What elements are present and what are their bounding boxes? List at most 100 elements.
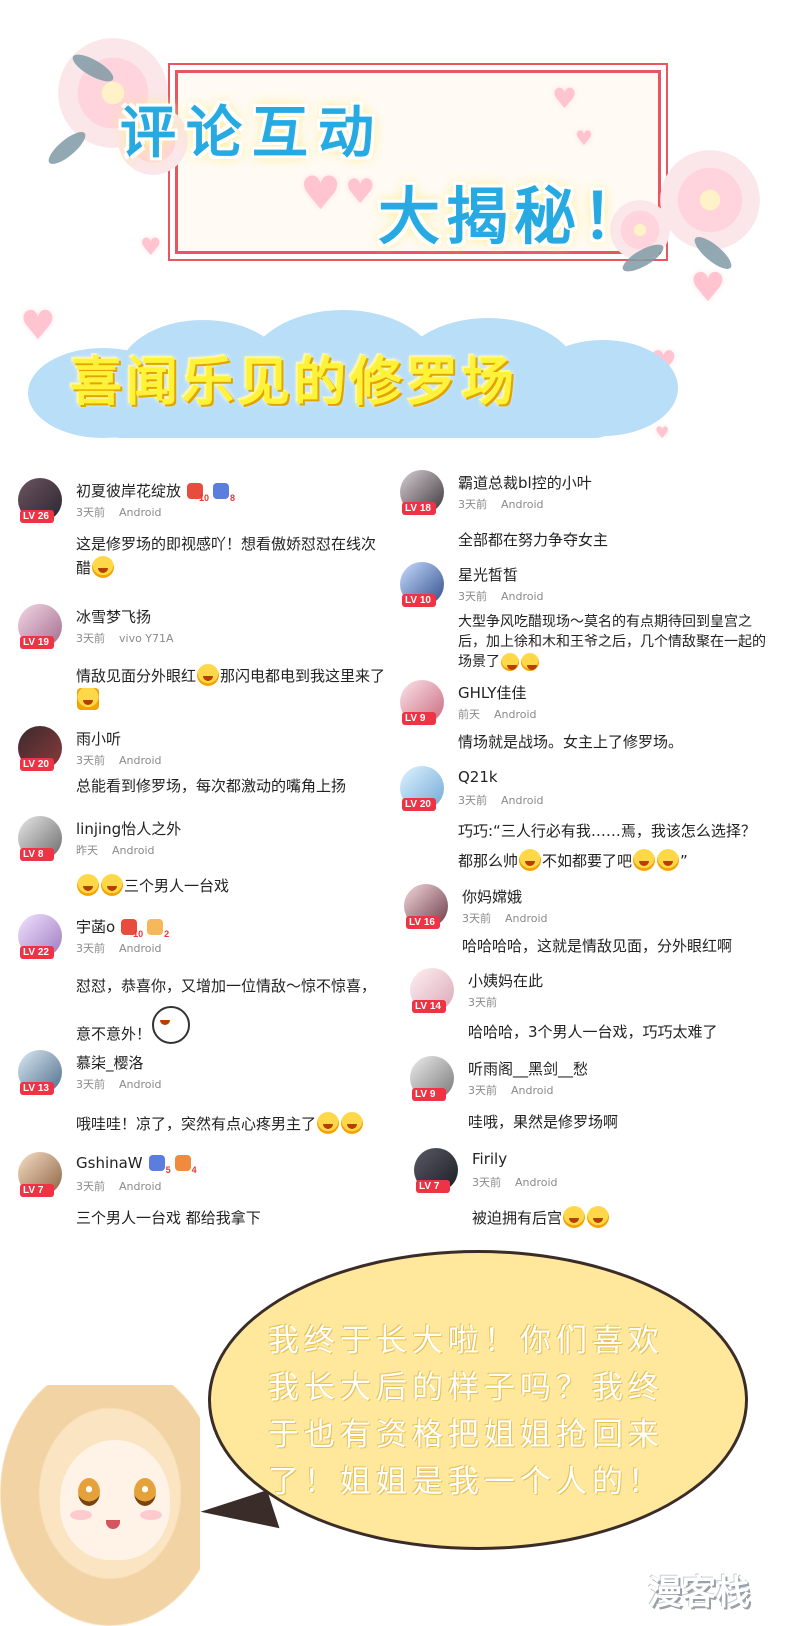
shy-emoji-icon — [152, 1006, 191, 1044]
heart-eyes-emoji-icon — [633, 849, 656, 871]
level-badge: LV 9 — [412, 1088, 446, 1101]
comment-meta: 3天前 Android — [468, 1084, 554, 1097]
level-badge: LV 14 — [412, 1000, 446, 1013]
comment-text: 被迫拥有后宫 — [472, 1206, 772, 1230]
comment-text: 情敌见面分外眼红 那闪电都电到我这里来了 — [76, 664, 386, 712]
comment-card: LV 8 linjing怡人之外 昨天 Android 三个男人一台戏 — [18, 816, 388, 906]
comment-meta: 3天前 Android — [462, 912, 548, 925]
comment-text: 怼怼，恭喜你，又增加一位情敌～惊不惊喜，意不意外！ — [76, 977, 377, 1044]
level-badge: LV 13 — [20, 1082, 54, 1095]
username[interactable]: 宇菡o 10 2 — [76, 916, 169, 939]
level-badge: LV 16 — [406, 916, 440, 929]
header-title-line1: 评论互动 — [120, 101, 384, 166]
comment-text: 哈哈哈，3个男人一台戏，巧巧太难了 — [468, 1023, 718, 1041]
username[interactable]: Q21k — [458, 768, 498, 786]
comment-card: LV 26 初夏彼岸花绽放 10 8 3天前 Android 这是修罗场的即视感吖！想… — [18, 478, 388, 588]
laugh-emoji-icon — [77, 874, 99, 896]
heart-eyes-emoji-icon — [657, 849, 680, 871]
gift-badge-icon: 10 — [121, 919, 143, 939]
angry-emoji-icon — [197, 664, 220, 686]
level-badge: LV 7 — [416, 1180, 450, 1193]
grab-emoji-icon — [77, 688, 99, 710]
comment-meta: 3天前 Android — [76, 506, 162, 519]
cute-emoji-icon — [519, 849, 542, 871]
comment-meta: 昨天 Android — [76, 844, 155, 857]
username[interactable]: 初夏彼岸花绽放 10 8 — [76, 480, 235, 503]
username[interactable]: Firily — [472, 1150, 507, 1168]
heart-decoration: ♥ — [300, 166, 342, 220]
username[interactable]: 慕柒_樱洛 — [76, 1052, 144, 1073]
comment-meta: 3天前 Android — [458, 794, 544, 807]
header-title-line2: 大揭秘！ — [378, 180, 651, 253]
comment-meta: 前天 Android — [458, 708, 537, 721]
level-badge: LV 9 — [402, 712, 436, 725]
username[interactable]: 你妈嫦娥 — [462, 886, 522, 907]
laugh-emoji-icon — [563, 1206, 586, 1228]
leaf-decoration — [44, 127, 90, 169]
username[interactable]: 霸道总裁bl控的小叶 — [458, 472, 592, 493]
comment-text: 哇哦，果然是修罗场啊 — [468, 1113, 619, 1131]
comment-text: 哈哈哈哈，这就是情敌见面，分外眼红啊 — [462, 937, 733, 955]
comment-text: 情场就是战场。女主上了修罗场。 — [458, 733, 684, 751]
flower-decoration — [660, 150, 760, 250]
gift-badge-icon: 10 — [187, 483, 209, 503]
comment-meta: 3天前 Android — [458, 590, 544, 603]
speech-bubble-text: 我终于长大啦！你们喜欢我长大后的样子吗？我终于也有资格把姐姐抢回来了！姐姐是我一… — [268, 1323, 664, 1500]
laugh-emoji-icon — [101, 874, 123, 896]
cry-emoji-icon — [341, 1112, 364, 1134]
level-badge: LV 7 — [20, 1184, 54, 1197]
username[interactable]: 星光皙皙 — [458, 564, 518, 585]
level-badge: LV 20 — [20, 758, 54, 771]
comment-card: LV 10 星光皙皙 3天前 Android 大型争风吃醋现场～莫名的有点期待回到… — [400, 562, 770, 672]
comment-text: 这是修罗场的即视感吖！想看傲娇怼怼在线次醋 — [76, 535, 377, 578]
comment-text: 三个男人一台戏 — [76, 874, 396, 898]
comment-meta: 3天前 Android — [472, 1176, 558, 1189]
comment-card: LV 14 小姨妈在此 3天前 哈哈哈，3个男人一台戏，巧巧太难了 — [410, 968, 780, 1048]
level-badge: LV 22 — [20, 946, 54, 959]
username[interactable]: GHLY佳佳 — [458, 682, 526, 703]
comment-card: LV 13 慕柒_樱洛 3天前 Android 哦哇哇！凉了，突然有点心疼男主了 — [18, 1050, 388, 1140]
rank-badge-icon: 5 — [148, 1155, 171, 1175]
laugh-emoji-icon — [587, 1206, 610, 1228]
heart-decoration: ♥ — [345, 172, 376, 212]
level-badge: LV 20 — [402, 798, 436, 811]
comment-meta: 3天前 — [468, 996, 497, 1009]
section-title: 喜闻乐见的修罗场 — [70, 353, 519, 413]
comment-meta: 3天前 vivo Y71A — [76, 632, 174, 645]
heart-decoration: ♥ — [575, 126, 593, 150]
level-badge: LV 26 — [20, 510, 54, 523]
username[interactable]: 雨小听 — [76, 728, 121, 749]
comment-meta: 3天前 Android — [76, 942, 162, 955]
username[interactable]: 听雨阁__黑剑__愁 — [468, 1058, 588, 1079]
laugh-cry-emoji-icon — [501, 653, 519, 671]
username[interactable]: linjing怡人之外 — [76, 818, 181, 839]
comment-card: LV 22 宇菡o 10 2 3天前 Android 怼怼，恭喜你，又增加一位情敌～惊… — [18, 914, 388, 1044]
level-badge: LV 18 — [402, 502, 436, 515]
comment-text: 三个男人一台戏 都给我拿下 — [76, 1209, 261, 1227]
level-badge: LV 10 — [402, 594, 436, 607]
rank-badge-icon: 8 — [213, 483, 235, 503]
comment-card: LV 18 霸道总裁bl控的小叶 3天前 Android 全部都在努力争夺女主 — [400, 470, 770, 550]
comment-text: 全部都在努力争夺女主 — [458, 531, 609, 549]
comment-card: LV 9 GHLY佳佳 前天 Android 情场就是战场。女主上了修罗场。 — [400, 680, 770, 760]
comment-card: LV 19 冰雪梦飞扬 3天前 vivo Y71A 情敌见面分外眼红 那闪电都电到我… — [18, 604, 388, 714]
username[interactable]: 冰雪梦飞扬 — [76, 606, 151, 627]
comment-meta: 3天前 Android — [76, 1078, 162, 1091]
laugh-emoji-icon — [92, 556, 115, 578]
paw-badge-icon: 2 — [147, 919, 169, 939]
comment-text: 哦哇哇！凉了，突然有点心疼男主了 — [76, 1112, 406, 1136]
heart-decoration: ♥ — [552, 82, 578, 115]
laugh-cry-emoji-icon — [521, 653, 539, 671]
heart-decoration: ♥ — [140, 233, 162, 261]
comment-card: LV 7 GshinaW 5 4 3天前 Android 三个男人一台戏 都给我拿下 — [18, 1152, 388, 1232]
comment-meta: 3天前 Android — [76, 1180, 162, 1193]
heart-decoration: ♥ — [690, 265, 726, 311]
gamepad-badge-icon: 4 — [174, 1155, 197, 1175]
level-badge: LV 8 — [20, 848, 54, 861]
cry-emoji-icon — [317, 1112, 340, 1134]
comment-text: 巧巧:“三人行必有我……焉，我该怎么选择？都那么帅 不如都要了吧” — [458, 822, 756, 871]
username[interactable]: GshinaW 5 4 — [76, 1154, 197, 1175]
level-badge: LV 19 — [20, 636, 54, 649]
comment-text: 大型争风吃醋现场～莫名的有点期待回到皇宫之后，加上徐和木和王爷之后，几个情敌聚在… — [458, 614, 766, 671]
username[interactable]: 小姨妈在此 — [468, 970, 543, 991]
